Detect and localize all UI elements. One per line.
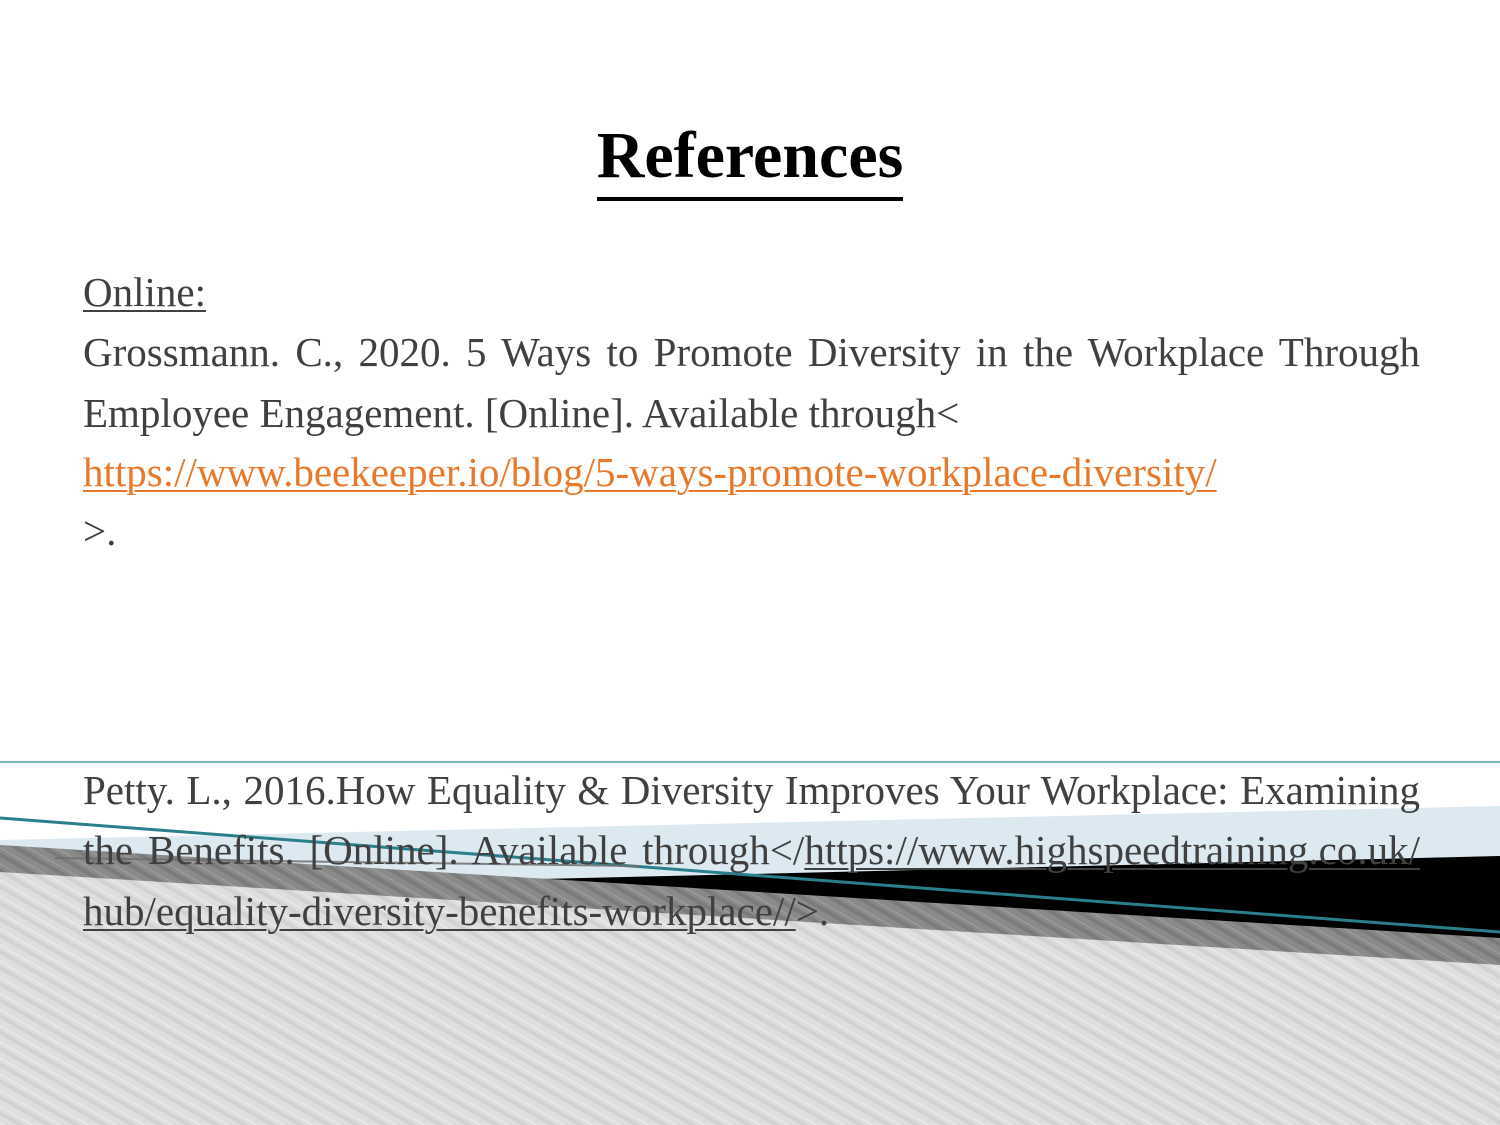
- reference-petty-suffix: >.: [795, 887, 830, 934]
- slide-canvas: References Online: Grossmann. C., 2020. …: [0, 0, 1500, 1125]
- reference-grossmann-text: Grossmann. C., 2020. 5 Ways to Promote D…: [83, 329, 1420, 436]
- section-label-online: Online:: [83, 262, 1420, 322]
- page-title: References: [596, 119, 904, 201]
- reference-petty-text: Petty. L., 2016.How Equality & Diversity…: [83, 760, 1420, 941]
- reference-grossmann-closer: >.: [83, 508, 117, 555]
- section-label-online-text: Online:: [83, 269, 206, 315]
- reference-grossmann-link[interactable]: https://www.beekeeper.io/blog/5-ways-pro…: [83, 449, 1217, 495]
- reference-grossmann-url-line: https://www.beekeeper.io/blog/5-ways-pro…: [83, 443, 1420, 501]
- page-title-container: References: [0, 119, 1500, 201]
- references-body-bottom: Petty. L., 2016.How Equality & Diversity…: [83, 760, 1420, 941]
- references-body: Online: Grossmann. C., 2020. 5 Ways to P…: [83, 262, 1420, 629]
